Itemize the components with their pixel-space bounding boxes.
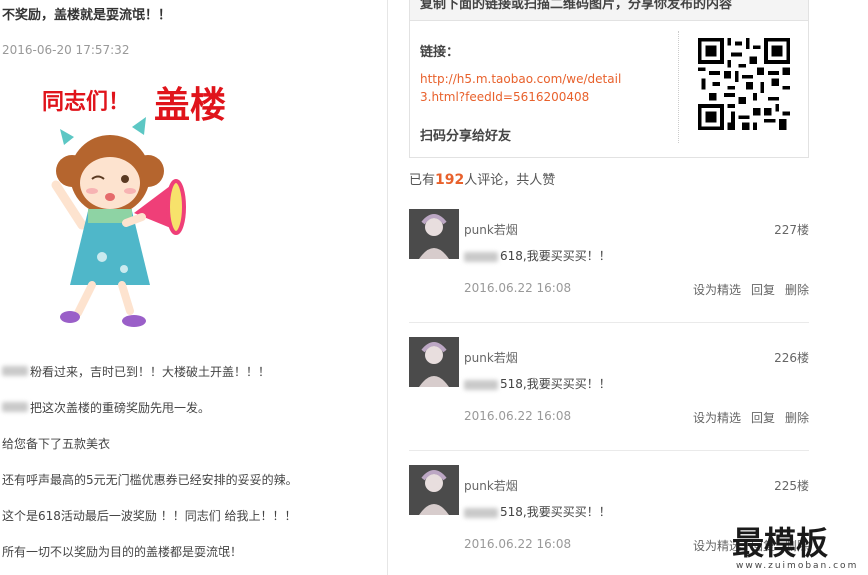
comment-date: 2016.06.22 16:08 <box>464 537 572 551</box>
comment-floor: 227楼 <box>774 223 809 237</box>
comment-summary: 已有192人评论，共人赞 <box>409 172 556 188</box>
post-title: 不奖励，盖楼就是耍流氓！！ <box>2 8 172 23</box>
comment-text: 618,我要买买买！！ <box>464 247 611 264</box>
comment-divider <box>409 322 809 323</box>
share-box: 复制下面的链接或扫描二维码图片，分享你发布的内容 链接： http://h5.m… <box>409 0 809 158</box>
redacted-text <box>464 379 498 390</box>
watermark-url: www.zuimoban.com <box>736 561 859 571</box>
redacted-text <box>2 402 28 412</box>
post-paragraph: 粉看过来，吉时已到！！大楼破土开盖！！！ <box>2 363 382 399</box>
delete-button[interactable]: 删除 <box>785 283 809 297</box>
share-tip: 扫码分享给好友 <box>420 129 512 144</box>
post-paragraph: 这个是618活动最后一波奖励 ！！同志们 给我上！！！ <box>2 509 297 523</box>
qr-code-image <box>698 38 790 130</box>
user-avatar[interactable] <box>409 465 459 515</box>
feature-button[interactable]: 设为精选 <box>693 411 741 425</box>
cartoon-girl-megaphone-image: 同志们！ 盖楼 <box>42 84 226 327</box>
comment-date: 2016.06.22 16:08 <box>464 281 572 295</box>
comment-username[interactable]: punk若烟 <box>464 221 518 238</box>
redacted-text <box>464 251 498 262</box>
share-heading: 复制下面的链接或扫描二维码图片，分享你发布的内容 <box>420 0 733 12</box>
user-avatar[interactable] <box>409 209 459 259</box>
comment-actions: 设为精选 回复 删除 <box>683 409 809 426</box>
user-avatar[interactable] <box>409 337 459 387</box>
watermark-title: 最模板 <box>732 524 829 562</box>
column-divider <box>387 0 388 575</box>
comment-item: punk若烟 226楼 518,我要买买买！！ 2016.06.22 16:08… <box>409 337 809 465</box>
comment-text: 518,我要买买买！！ <box>464 375 611 392</box>
comment-floor: 226楼 <box>774 351 809 365</box>
post-body: 粉看过来，吉时已到！！大楼破土开盖！！！ 把这次盖楼的重磅奖励先甩一发。 给您备… <box>2 363 382 575</box>
reply-button[interactable]: 回复 <box>751 283 775 297</box>
redacted-text <box>2 366 28 376</box>
comment-item: punk若烟 227楼 618,我要买买买！！ 2016.06.22 16:08… <box>409 209 809 337</box>
article-column: 不奖励，盖楼就是耍流氓！！ 2016-06-20 17:57:32 同志们！ 盖… <box>0 0 386 575</box>
post-paragraph: 还有呼声最高的5元无门槛优惠券已经安排的妥妥的辣。 <box>2 473 298 487</box>
comment-count: 192 <box>435 172 465 188</box>
banner-big-text: 盖楼 <box>154 84 226 126</box>
comment-floor: 225楼 <box>774 479 809 493</box>
post-paragraph: 所有一切不以奖励为目的的盖楼都是耍流氓！ <box>2 545 243 559</box>
redacted-text <box>464 507 498 518</box>
delete-button[interactable]: 删除 <box>785 411 809 425</box>
share-heading-bar: 复制下面的链接或扫描二维码图片，分享你发布的内容 <box>410 0 808 21</box>
post-paragraph: 把这次盖楼的重磅奖励先甩一发。 <box>2 399 382 435</box>
link-label: 链接： <box>420 45 460 60</box>
comment-text: 518,我要买买买！！ <box>464 503 611 520</box>
comment-username[interactable]: punk若烟 <box>464 349 518 366</box>
post-time: 2016-06-20 17:57:32 <box>2 43 130 57</box>
site-watermark: 最模板 www.zuimoban.com <box>732 520 868 575</box>
banner-text: 同志们！ <box>42 89 130 115</box>
share-link[interactable]: http://h5.m.taobao.com/we/detail3.html?f… <box>420 70 630 106</box>
feature-button[interactable]: 设为精选 <box>693 283 741 297</box>
post-paragraph: 给您备下了五款美衣 <box>2 437 111 451</box>
comment-username[interactable]: punk若烟 <box>464 477 518 494</box>
comment-divider <box>409 450 809 451</box>
comment-date: 2016.06.22 16:08 <box>464 409 572 423</box>
reply-button[interactable]: 回复 <box>751 411 775 425</box>
comment-actions: 设为精选 回复 删除 <box>683 281 809 298</box>
qr-separator <box>678 31 679 143</box>
